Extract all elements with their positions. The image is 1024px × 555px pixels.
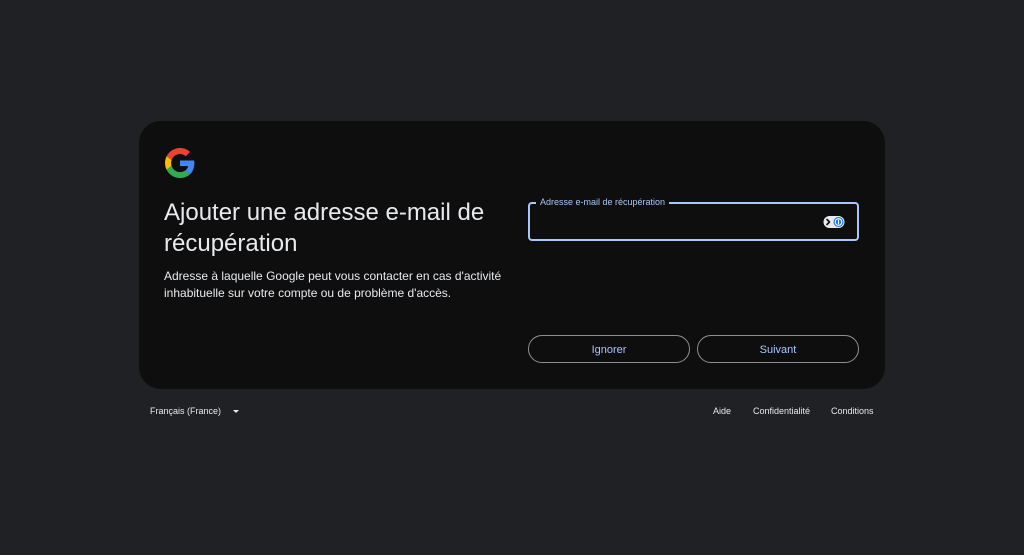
recovery-email-field[interactable]: Adresse e-mail de récupération xyxy=(528,196,859,241)
page-title: Ajouter une adresse e-mail de récupérati… xyxy=(164,199,485,257)
recovery-email-label: Adresse e-mail de récupération xyxy=(536,196,670,208)
page-description: Adresse à laquelle Google peut vous cont… xyxy=(164,269,502,300)
language-selector[interactable]: Français (France) xyxy=(150,405,240,417)
next-button[interactable]: Suivant xyxy=(697,335,859,363)
footer: Français (France) Aide Confidentialité C… xyxy=(0,405,1024,419)
page: Ajouter une adresse e-mail de récupérati… xyxy=(0,0,1024,555)
privacy-link[interactable]: Confidentialité xyxy=(753,405,810,417)
google-logo-icon xyxy=(165,148,195,178)
terms-link[interactable]: Conditions xyxy=(831,405,874,417)
skip-button[interactable]: Ignorer xyxy=(528,335,690,363)
recovery-email-input[interactable] xyxy=(538,210,822,235)
chevron-down-icon xyxy=(233,409,240,413)
help-link[interactable]: Aide xyxy=(713,405,731,417)
language-label: Français (France) xyxy=(150,406,222,416)
signin-card: Ajouter une adresse e-mail de récupérati… xyxy=(139,121,885,389)
password-manager-icon[interactable] xyxy=(823,215,845,229)
